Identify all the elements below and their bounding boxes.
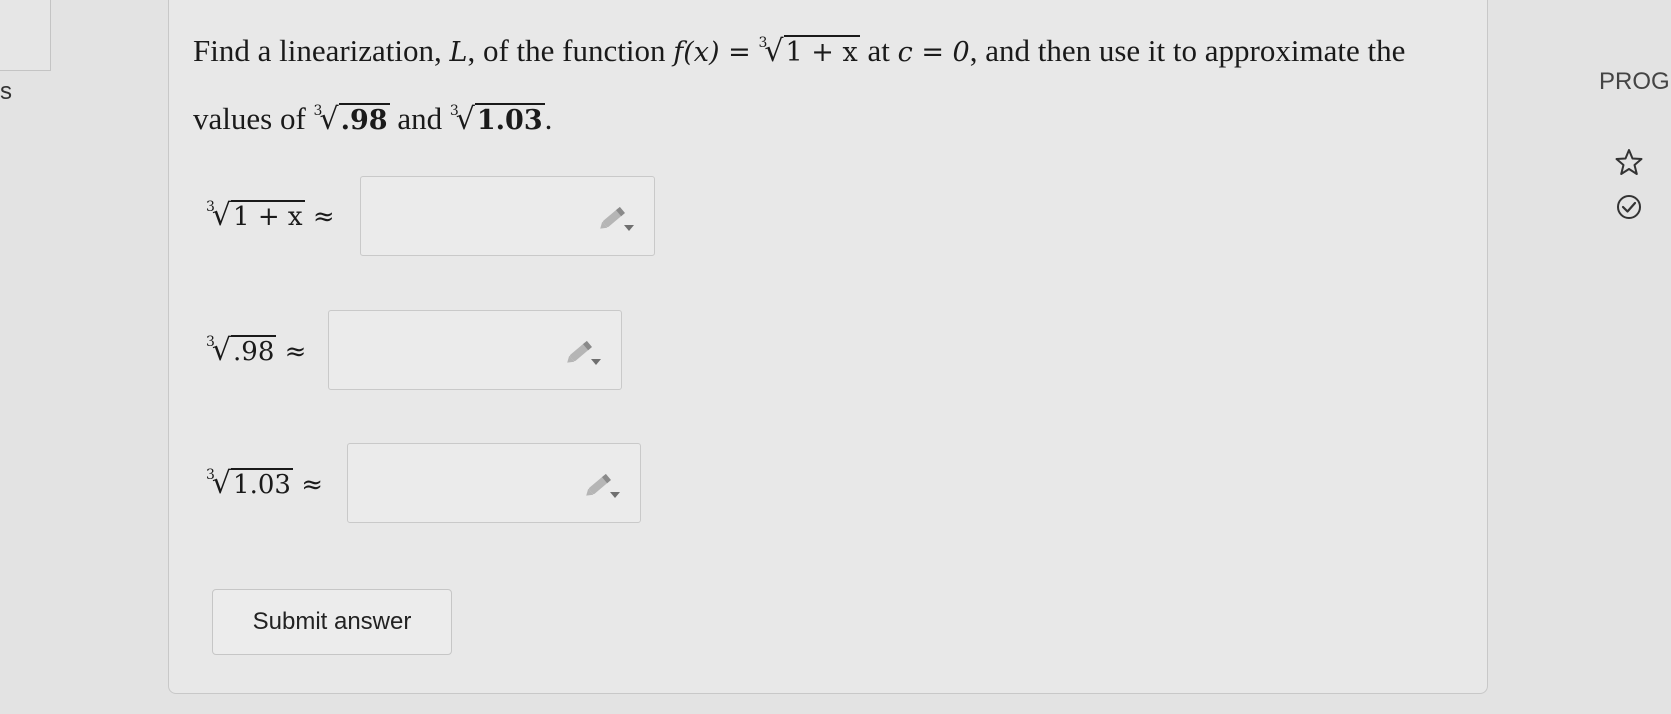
radicand: 1.03 — [474, 103, 545, 136]
submit-answer-button[interactable]: Submit answer — [212, 589, 452, 655]
radical-sign: √ — [211, 198, 232, 233]
radicand: 1 + x — [783, 35, 860, 68]
star-icon[interactable] — [1615, 148, 1643, 176]
pencil-dropdown-icon[interactable] — [596, 203, 636, 233]
cube-root: 3√1.03 — [206, 466, 293, 501]
prompt-cube-root: 3√1 + x — [759, 34, 860, 69]
prompt-cube-root-2: 3√1.03 — [450, 102, 545, 137]
answer-label-1: 3√1 + x ≈ — [206, 198, 335, 233]
side-panel-label: PROG — [1599, 68, 1670, 95]
cube-root: 3√1 + x — [206, 198, 305, 233]
radical-sign: √ — [211, 466, 232, 501]
prompt-text: and — [389, 101, 450, 136]
question-prompt: Find a linearization, L, of the function… — [193, 14, 1433, 150]
radical-sign: √ — [764, 34, 784, 69]
prompt-cube-root-1: 3√.98 — [314, 102, 390, 137]
prompt-text: . — [544, 101, 553, 136]
check-circle-icon[interactable] — [1615, 193, 1643, 221]
answer-input-1[interactable] — [360, 176, 655, 256]
left-panel-fragment — [0, 0, 51, 71]
prompt-text: at — [859, 33, 898, 68]
approx-symbol: ≈ — [284, 337, 307, 367]
prompt-function: f(x) = — [673, 37, 751, 68]
approx-symbol: ≈ — [312, 202, 335, 232]
pencil-dropdown-icon[interactable] — [563, 337, 603, 367]
radicand: 1 + x — [231, 200, 305, 232]
prompt-text: Find a linearization, — [193, 33, 450, 68]
radical-sign: √ — [211, 333, 232, 368]
approx-symbol: ≈ — [301, 470, 323, 500]
radicand: 1.03 — [231, 468, 293, 500]
radicand: .98 — [231, 335, 277, 367]
answer-label-2: 3√.98 ≈ — [206, 333, 306, 368]
answer-label-3: 3√1.03 ≈ — [206, 466, 323, 501]
prompt-text: , of the function — [467, 33, 674, 68]
radicand: .98 — [338, 103, 390, 136]
prompt-c-value: c = 0 — [897, 37, 970, 68]
left-panel-letter: s — [0, 78, 12, 105]
answer-input-2[interactable] — [328, 310, 622, 390]
radical-sign: √ — [319, 102, 339, 137]
cube-root: 3√.98 — [206, 333, 277, 368]
answer-input-3[interactable] — [347, 443, 641, 523]
pencil-dropdown-icon[interactable] — [582, 470, 622, 500]
prompt-var-l: L — [449, 37, 468, 68]
radical-sign: √ — [455, 102, 475, 137]
